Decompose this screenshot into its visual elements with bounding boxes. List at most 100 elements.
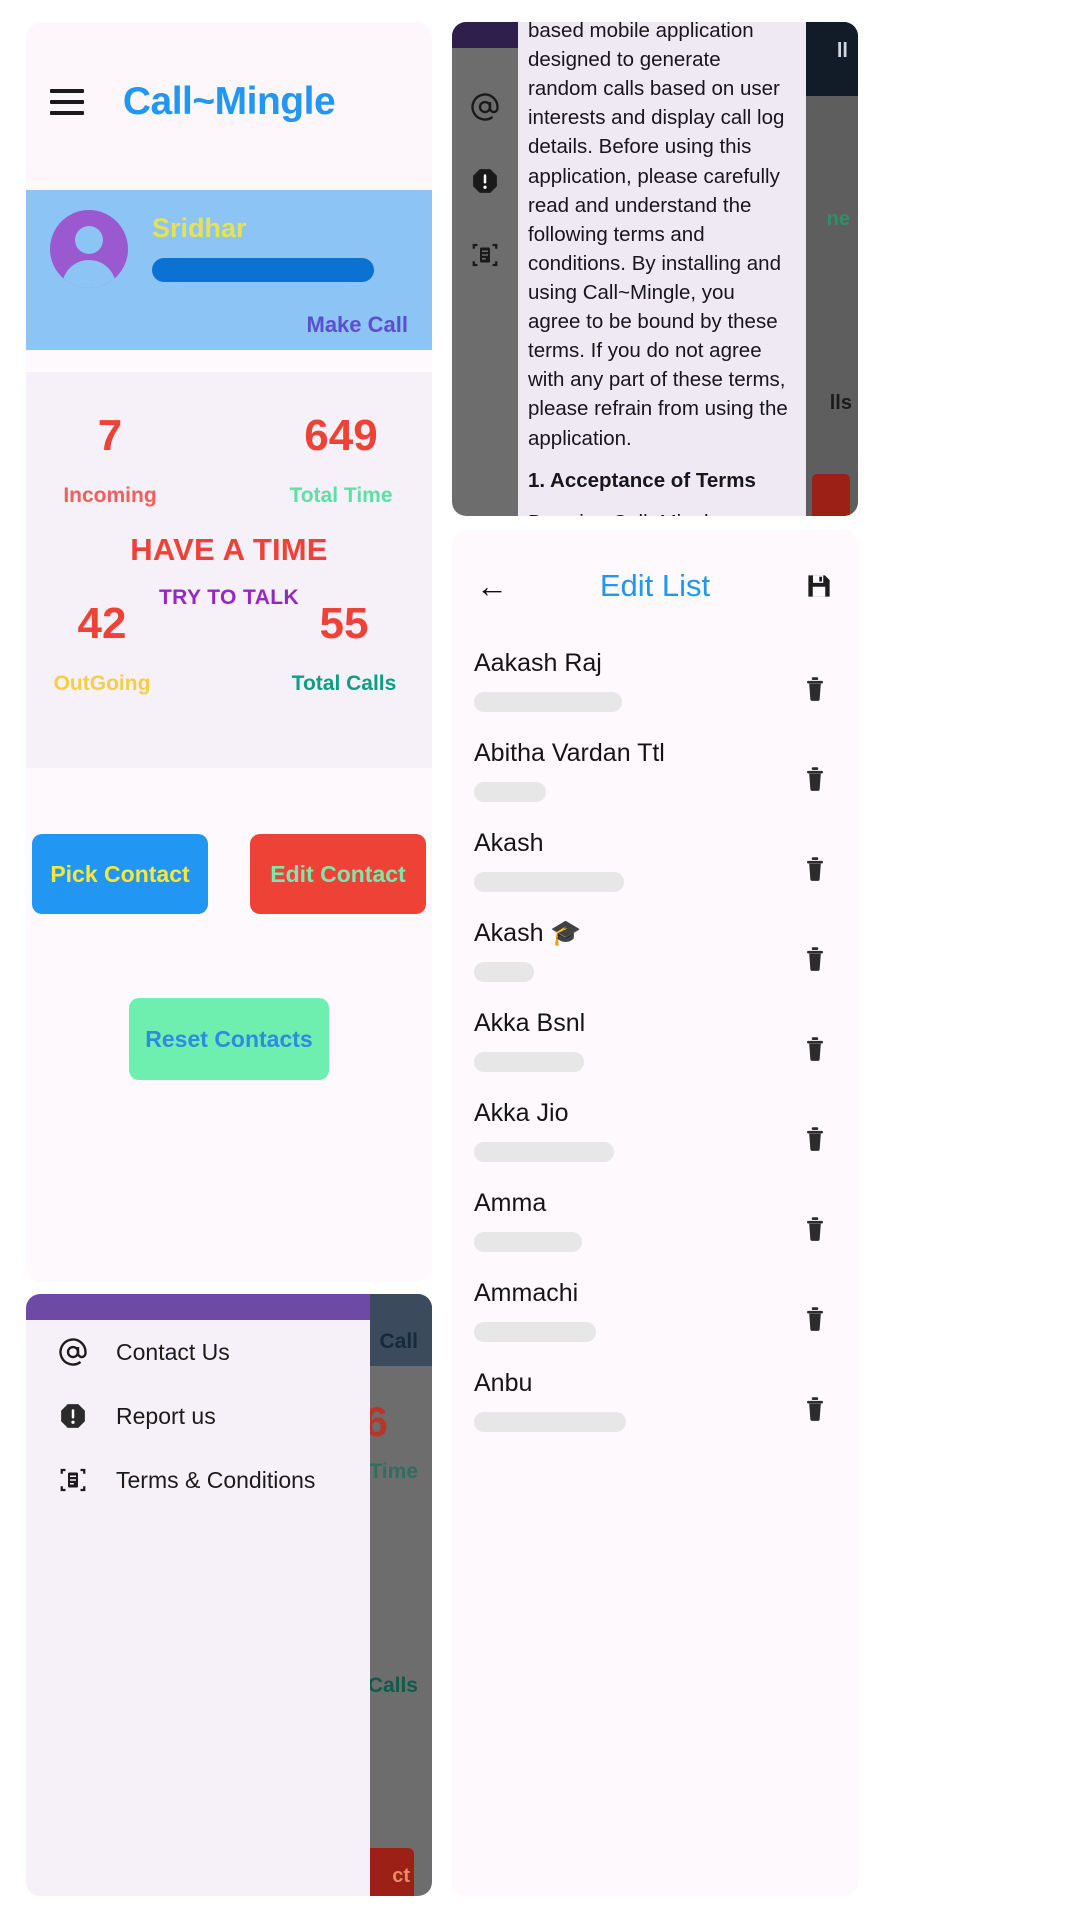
stat-incoming: 7 Incoming [40,414,180,508]
contact-list[interactable]: Aakash Raj Abitha Vardan Ttl Akash Akash 🎓 A… [452,642,858,1452]
drawer-sheet: Contact Us Report us Terms & Conditions [26,1294,370,1896]
stat-total-time-value: 649 [304,411,378,460]
edit-list-panel: ← Edit List Aakash Raj Abitha Vardan Ttl A… [452,530,858,1896]
contact-name: Ammachi [474,1279,579,1307]
terms-bg-dark-chip: lls [829,392,852,414]
contact-number-redaction-bar [474,1231,582,1252]
trash-icon[interactable] [802,1394,828,1422]
stats-card: 7 Incoming 649 Total Time HAVE A TIME TR… [26,372,432,768]
terms-bg-green-chip: ne [826,208,850,230]
drawer-bg-contact-text: ct [392,1865,410,1887]
terms-bg-top-chip: ll [836,40,848,62]
contact-row[interactable]: Amma [452,1182,858,1272]
edit-list-title: Edit List [599,568,711,603]
alert-octagon-icon[interactable] [468,164,502,198]
reset-contacts-button[interactable]: Reset Contacts [129,998,329,1080]
contact-row[interactable]: Akka Jio [452,1092,858,1182]
at-sign-icon[interactable] [468,90,502,124]
terms-drawer-rail [452,22,518,516]
drawer-bg-call-chip: Call [379,1330,418,1353]
drawer-item-label: Terms & Conditions [116,1466,316,1493]
contact-name: Amma [474,1189,547,1217]
alert-octagon-icon [56,1399,90,1433]
app-bar: Call~Mingle [26,22,432,182]
make-call-link[interactable]: Make Call [307,312,409,338]
drawer-header-bar [26,1294,370,1320]
drawer-item-contact-us[interactable]: Contact Us [26,1320,370,1384]
contact-row[interactable]: Abitha Vardan Ttl [452,732,858,822]
navigation-drawer-screen: Call 6 Time Calls ct Contact Us Report u… [26,1294,432,1896]
trash-icon[interactable] [802,1034,828,1062]
trash-icon[interactable] [802,854,828,882]
document-scan-icon [56,1463,90,1497]
trash-icon[interactable] [802,1304,828,1332]
terms-text-body[interactable]: based mobile application designed to gen… [518,22,806,516]
trash-icon[interactable] [802,1124,828,1152]
at-sign-icon [56,1335,90,1369]
contact-number-redaction-bar [474,961,534,982]
stat-outgoing-label: OutGoing [53,672,151,695]
contact-row[interactable]: Ammachi [452,1272,858,1362]
terms-bg-appbar [806,22,858,96]
drawer-item-label: Report us [116,1402,216,1429]
document-scan-icon[interactable] [468,238,502,272]
drawer-item-label: Contact Us [116,1338,230,1365]
profile-texts: Sridhar [152,210,374,282]
hamburger-icon[interactable] [50,89,84,115]
contact-name: Akka Jio [474,1099,569,1127]
contact-name: Aakash Raj [474,649,602,677]
terms-and-conditions-panel: ll ne lls based mobile application desig… [452,22,858,516]
stat-outgoing: 42 OutGoing [32,602,172,696]
contact-row[interactable]: Akash 🎓 [452,912,858,1002]
arrow-left-icon[interactable]: ← [476,570,508,602]
contact-number-redaction-bar [474,1141,614,1162]
stat-total-calls-label: Total Calls [291,672,397,695]
stat-total-calls-value: 55 [319,599,369,648]
stat-incoming-value: 7 [97,411,123,460]
banner-headline: HAVE A TIME [130,532,328,567]
contact-row[interactable]: Anbu [452,1362,858,1452]
home-screen-panel: Call~Mingle Sridhar Make Call 7 Incoming… [26,22,432,1282]
trash-icon[interactable] [802,1214,828,1242]
terms-paragraph: By using Call~Mingle, you acknowledge th… [528,508,792,516]
edit-contact-button[interactable]: Edit Contact [250,834,426,914]
pick-contact-button[interactable]: Pick Contact [32,834,208,914]
contact-name: Anbu [474,1369,533,1397]
contact-name: Akash 🎓 [474,919,582,947]
save-icon[interactable] [804,571,834,601]
app-screenshot-collage: Call~Mingle Sridhar Make Call 7 Incoming… [0,0,1080,1920]
profile-name: Sridhar [152,213,247,243]
contact-number-redaction-bar [474,871,624,892]
stat-incoming-label: Incoming [63,484,157,507]
profile-number-redaction-bar [152,257,374,282]
terms-bg-red-button [812,474,850,516]
avatar [50,210,128,288]
terms-heading: 1. Acceptance of Terms [528,468,756,492]
profile-card[interactable]: Sridhar Make Call [26,190,432,350]
contact-row[interactable]: Akash [452,822,858,912]
stat-total-time-label: Total Time [289,484,393,507]
drawer-item-terms-and-conditions[interactable]: Terms & Conditions [26,1448,370,1512]
contact-number-redaction-bar [474,1321,596,1342]
action-button-row: Pick Contact Edit Contact [26,834,432,914]
contact-number-redaction-bar [474,1051,584,1072]
stat-total-time: 649 Total Time [256,414,426,508]
contact-row[interactable]: Aakash Raj [452,642,858,732]
contact-name: Akash [474,829,544,857]
contact-number-redaction-bar [474,781,546,802]
terms-rail-header [452,22,518,48]
drawer-bg-calls-label: Calls [367,1674,418,1697]
contact-number-redaction-bar [474,691,622,712]
edit-list-app-bar: ← Edit List [452,530,858,642]
drawer-item-report-us[interactable]: Report us [26,1384,370,1448]
contact-number-redaction-bar [474,1411,626,1432]
contact-row[interactable]: Akka Bsnl [452,1002,858,1092]
page-title: Call~Mingle [122,80,336,123]
reset-button-row: Reset Contacts [26,998,432,1080]
trash-icon[interactable] [802,944,828,972]
trash-icon[interactable] [802,764,828,792]
trash-icon[interactable] [802,674,828,702]
contact-name: Abitha Vardan Ttl [474,739,665,767]
terms-paragraph: based mobile application designed to gen… [528,22,788,450]
stat-total-calls: 55 Total Calls [258,602,430,696]
